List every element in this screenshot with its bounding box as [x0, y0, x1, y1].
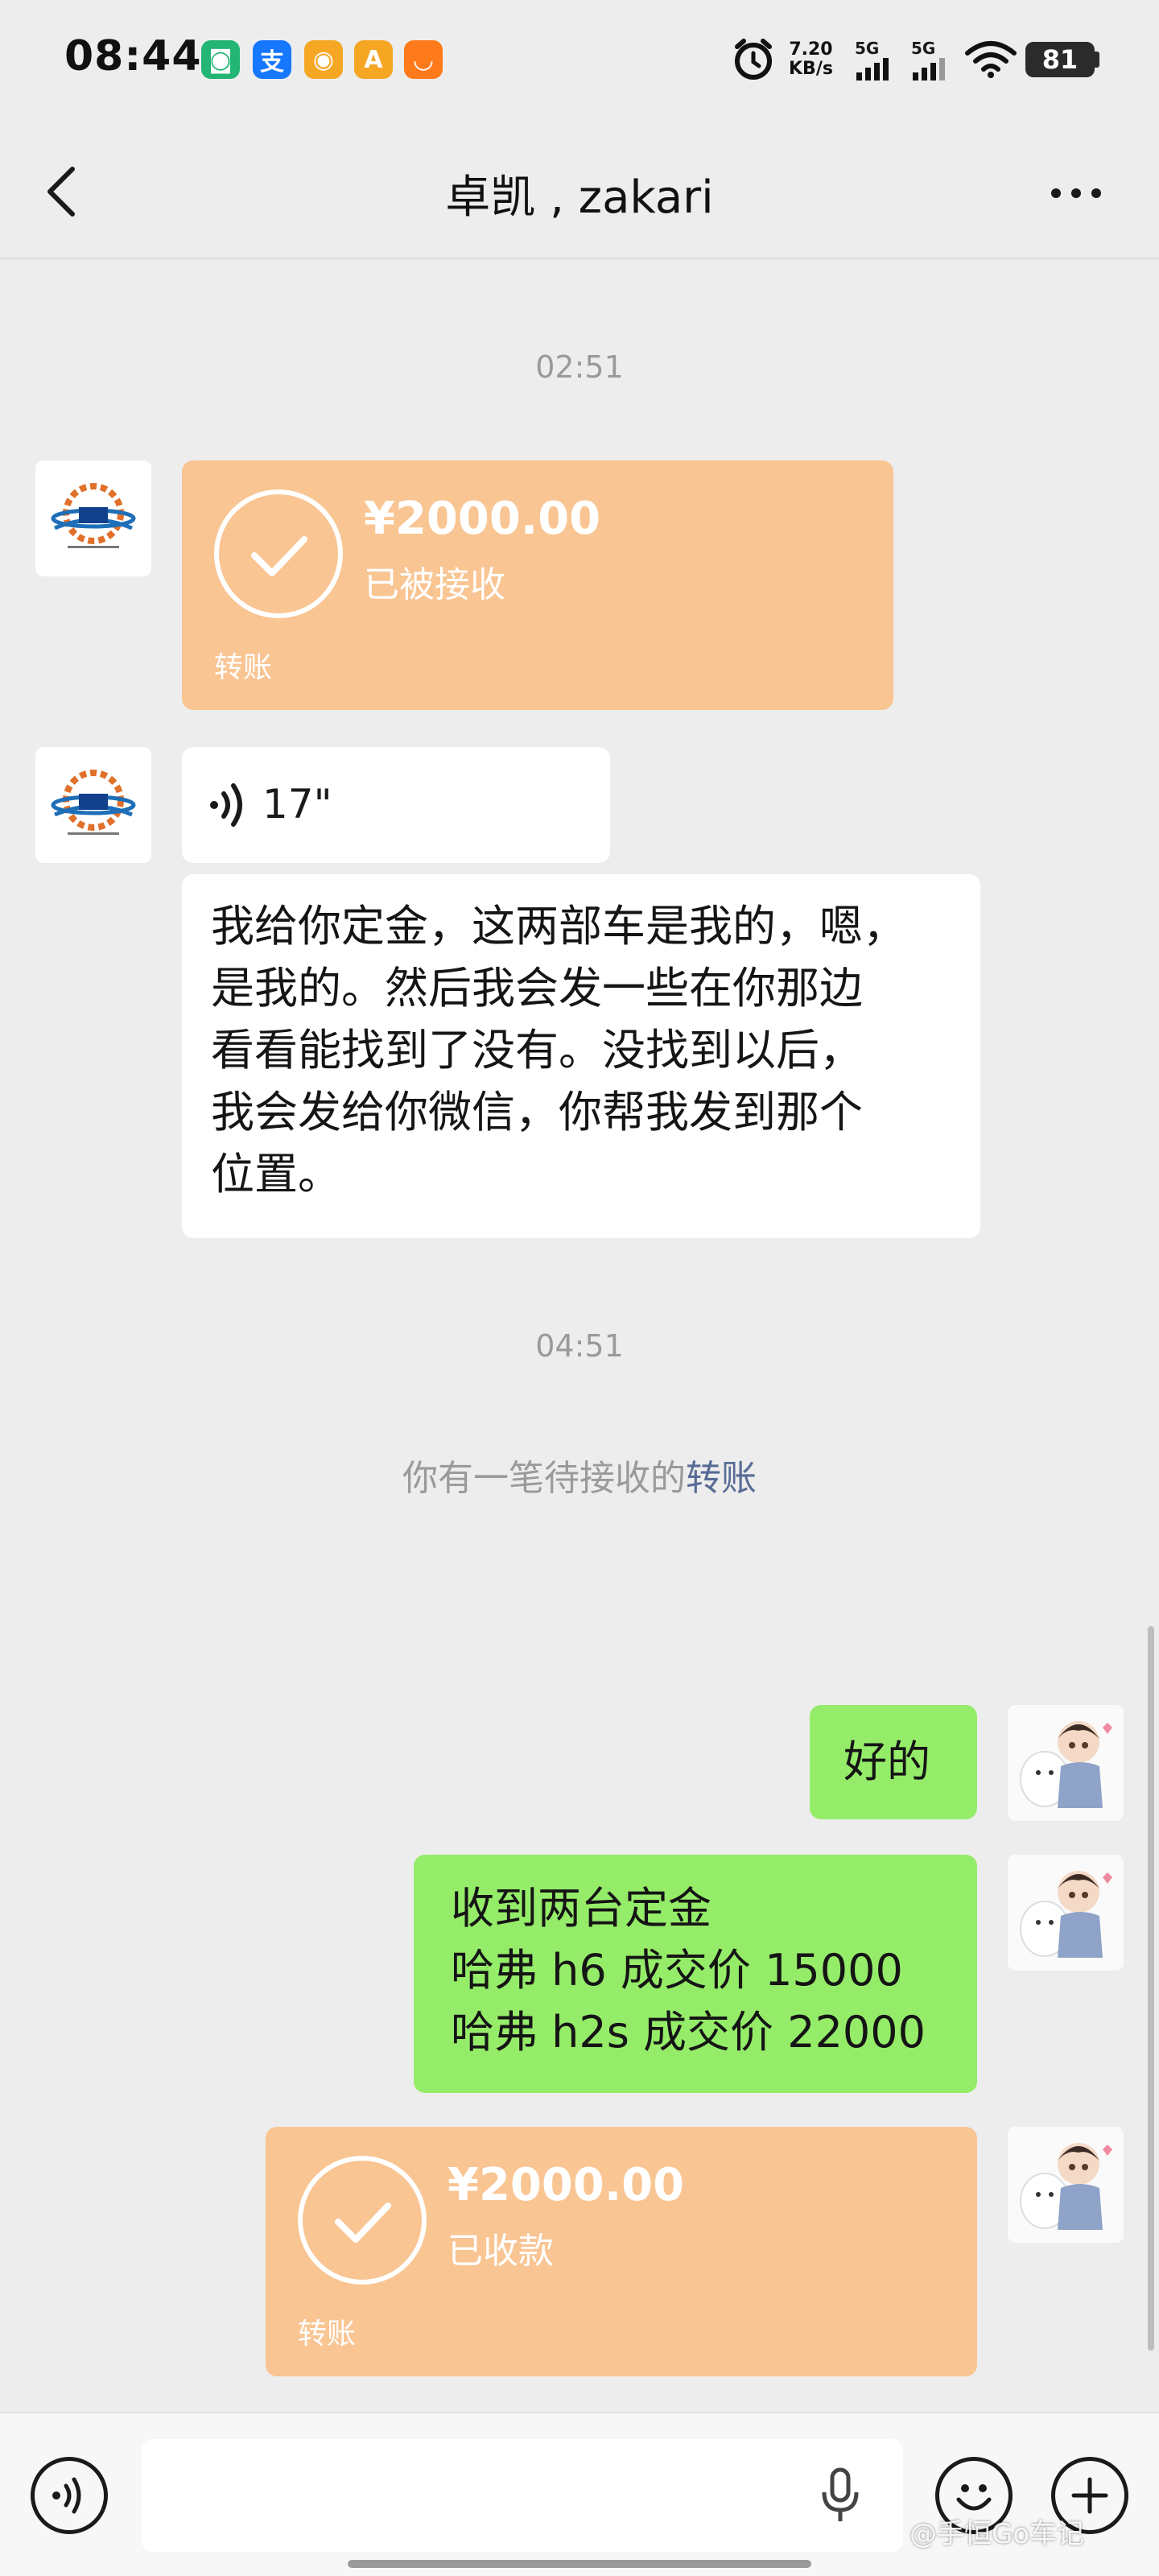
home-indicator[interactable] — [348, 2560, 811, 2568]
my-avatar[interactable] — [1008, 1705, 1124, 1821]
nav-divider — [0, 258, 1159, 259]
alarm-icon — [731, 37, 776, 85]
message-timestamp: 02:51 — [535, 349, 624, 385]
message-line: 哈弗 h6 成交价 15000 — [451, 1945, 903, 1996]
outgoing-transfer-card[interactable]: ¥2000.00 已收款 转账 — [266, 2127, 977, 2376]
voice-message[interactable]: 17" — [182, 747, 610, 863]
chat-title: 卓凯 , zakari — [445, 171, 714, 224]
status-time: 08:44 — [64, 32, 202, 80]
notice-text: 你有一笔待接收的 — [402, 1458, 686, 1499]
more-options-button[interactable] — [1046, 177, 1111, 209]
transfer-label: 转账 — [214, 651, 273, 684]
microphone-icon[interactable] — [816, 2467, 864, 2528]
mi-app-icon: ◙ — [201, 40, 240, 79]
message-line: 是我的。然后我会发一些在你那边 — [211, 963, 863, 1013]
alipay-icon: 支 — [253, 40, 291, 79]
network-speed-unit: KB/s — [789, 59, 833, 79]
pending-transfer-notice: 你有一笔待接收的转账 — [0, 1449, 1159, 1501]
sim1-label: 5G — [855, 39, 880, 58]
anime-boy-dog-avatar — [1008, 1705, 1124, 1821]
voice-input-button[interactable] — [31, 2457, 108, 2534]
message-line: 我给你定金，这两部车是我的，嗯， — [211, 901, 906, 952]
message-line: 收到两台定金 — [451, 1883, 711, 1934]
voice-duration: 17" — [262, 781, 332, 828]
my-avatar[interactable] — [1008, 2127, 1124, 2243]
battery-indicator: 81 — [1025, 42, 1095, 77]
status-bar: 08:44 ◙ 支 ◉ A ◡ 7.20 KB/s 5G 5G 81 — [0, 0, 1159, 121]
message-line: 哈弗 h2s 成交价 22000 — [451, 2007, 926, 2058]
transfer-status: 已被接收 — [364, 564, 505, 605]
outgoing-text-bubble[interactable]: 好的 — [810, 1705, 977, 1819]
transfer-status: 已收款 — [448, 2231, 554, 2272]
check-circle-icon — [214, 489, 343, 618]
message-input[interactable] — [142, 2439, 903, 2552]
network-speed-value: 7.20 — [789, 39, 833, 60]
signal-bars-icon — [856, 58, 889, 80]
company-logo-avatar — [35, 747, 151, 863]
transfer-amount: ¥2000.00 — [364, 493, 601, 545]
contact-avatar[interactable] — [35, 460, 151, 576]
more-dots-icon — [1051, 188, 1101, 198]
input-bar — [0, 2412, 1159, 2576]
signal-bars-icon — [913, 58, 945, 80]
didi-icon: ◡ — [404, 40, 443, 79]
transfer-label: 转账 — [298, 2318, 357, 2351]
voice-wave-icon — [52, 2477, 81, 2514]
check-circle-icon — [298, 2156, 427, 2285]
scrollbar[interactable] — [1148, 1626, 1154, 2351]
contact-avatar[interactable] — [35, 747, 151, 863]
watermark: @手恒Go车记 — [909, 2518, 1085, 2550]
sim2-label: 5G — [911, 39, 936, 58]
wifi-icon — [964, 39, 1017, 82]
signal-sim1: 5G — [855, 40, 895, 84]
incoming-text-bubble[interactable]: 我给你定金，这两部车是我的，嗯， 是我的。然后我会发一些在你那边 看看能找到了没… — [182, 874, 980, 1238]
battery-tip — [1095, 52, 1099, 68]
transfer-link[interactable]: 转账 — [686, 1458, 757, 1499]
amap-icon: A — [354, 40, 393, 79]
company-logo-avatar — [35, 460, 151, 576]
voice-wave-icon — [206, 781, 254, 832]
message-line: 我会发给你微信，你帮我发到那个 — [211, 1087, 863, 1137]
incoming-transfer-card[interactable]: ¥2000.00 已被接收 转账 — [182, 460, 893, 710]
message-text: 好的 — [843, 1736, 930, 1787]
network-speed: 7.20 KB/s — [789, 40, 833, 79]
outgoing-text-bubble[interactable]: 收到两台定金 哈弗 h6 成交价 15000 哈弗 h2s 成交价 22000 — [414, 1855, 977, 2093]
transfer-amount: ¥2000.00 — [448, 2159, 685, 2211]
message-line: 位置。 — [211, 1149, 341, 1199]
weibo-icon: ◉ — [304, 40, 343, 79]
message-line: 看看能找到了没有。没找到以后， — [211, 1025, 863, 1075]
my-avatar[interactable] — [1008, 1855, 1124, 1971]
signal-sim2: 5G — [911, 40, 951, 84]
anime-boy-dog-avatar — [1008, 2127, 1124, 2243]
anime-boy-dog-avatar — [1008, 1855, 1124, 1971]
message-timestamp: 04:51 — [535, 1328, 624, 1364]
